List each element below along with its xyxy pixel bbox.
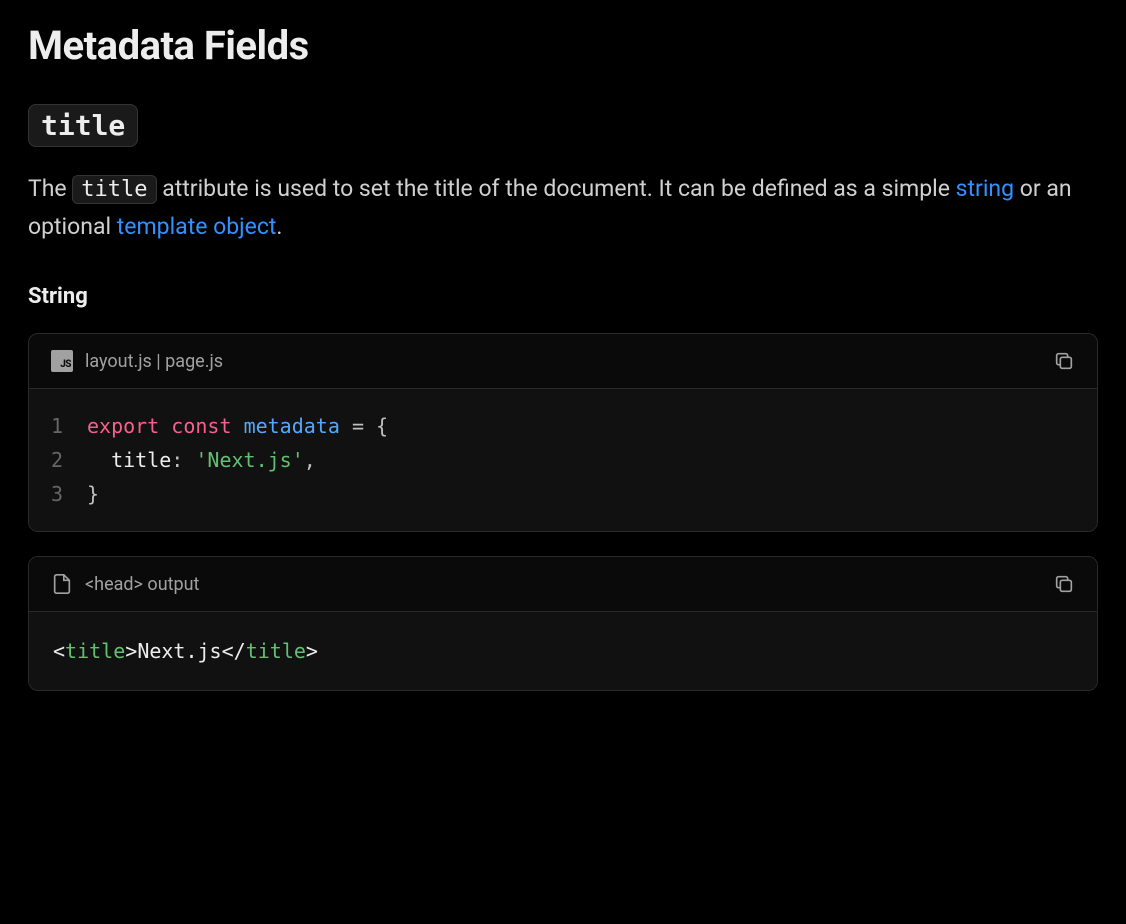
code-line: 3} bbox=[29, 477, 1097, 511]
code-line: 2 title: 'Next.js', bbox=[29, 443, 1097, 477]
code-header: <head> output bbox=[29, 557, 1097, 612]
line-content: } bbox=[87, 477, 99, 511]
desc-text: The bbox=[28, 175, 72, 202]
line-content: title: 'Next.js', bbox=[87, 443, 316, 477]
field-heading: title bbox=[28, 109, 1098, 142]
inline-code-title: title bbox=[72, 175, 156, 204]
copy-button[interactable] bbox=[1053, 573, 1075, 595]
line-number: 3 bbox=[29, 477, 87, 511]
copy-icon bbox=[1053, 350, 1075, 372]
code-line: 1export const metadata = { bbox=[29, 409, 1097, 443]
copy-icon bbox=[1053, 573, 1075, 595]
code-body: 1export const metadata = {2 title: 'Next… bbox=[29, 389, 1097, 531]
file-info: <head> output bbox=[51, 573, 199, 595]
code-header: JS layout.js | page.js bbox=[29, 334, 1097, 389]
copy-button[interactable] bbox=[1053, 350, 1075, 372]
line-number: 1 bbox=[29, 409, 87, 443]
example-heading: String bbox=[28, 284, 1098, 309]
filename-label: <head> output bbox=[85, 574, 199, 595]
code-block-output: <head> output <title>Next.js</title> bbox=[28, 556, 1098, 691]
line-content: <title>Next.js</title> bbox=[53, 639, 318, 663]
link-string[interactable]: string bbox=[956, 175, 1014, 202]
filename-label: layout.js | page.js bbox=[85, 351, 223, 372]
desc-text: . bbox=[276, 213, 282, 240]
file-icon bbox=[51, 573, 73, 595]
section-heading: Metadata Fields bbox=[28, 22, 1098, 69]
line-number: 2 bbox=[29, 443, 87, 477]
line-content: export const metadata = { bbox=[87, 409, 388, 443]
link-template-object[interactable]: template object bbox=[117, 213, 277, 240]
field-name-code: title bbox=[28, 104, 138, 147]
code-body: <title>Next.js</title> bbox=[29, 612, 1097, 690]
field-description: The title attribute is used to set the t… bbox=[28, 170, 1098, 246]
desc-text: attribute is used to set the title of th… bbox=[157, 175, 956, 202]
js-icon: JS bbox=[51, 350, 73, 372]
file-info: JS layout.js | page.js bbox=[51, 350, 223, 372]
code-block-metadata: JS layout.js | page.js 1export const met… bbox=[28, 333, 1098, 532]
